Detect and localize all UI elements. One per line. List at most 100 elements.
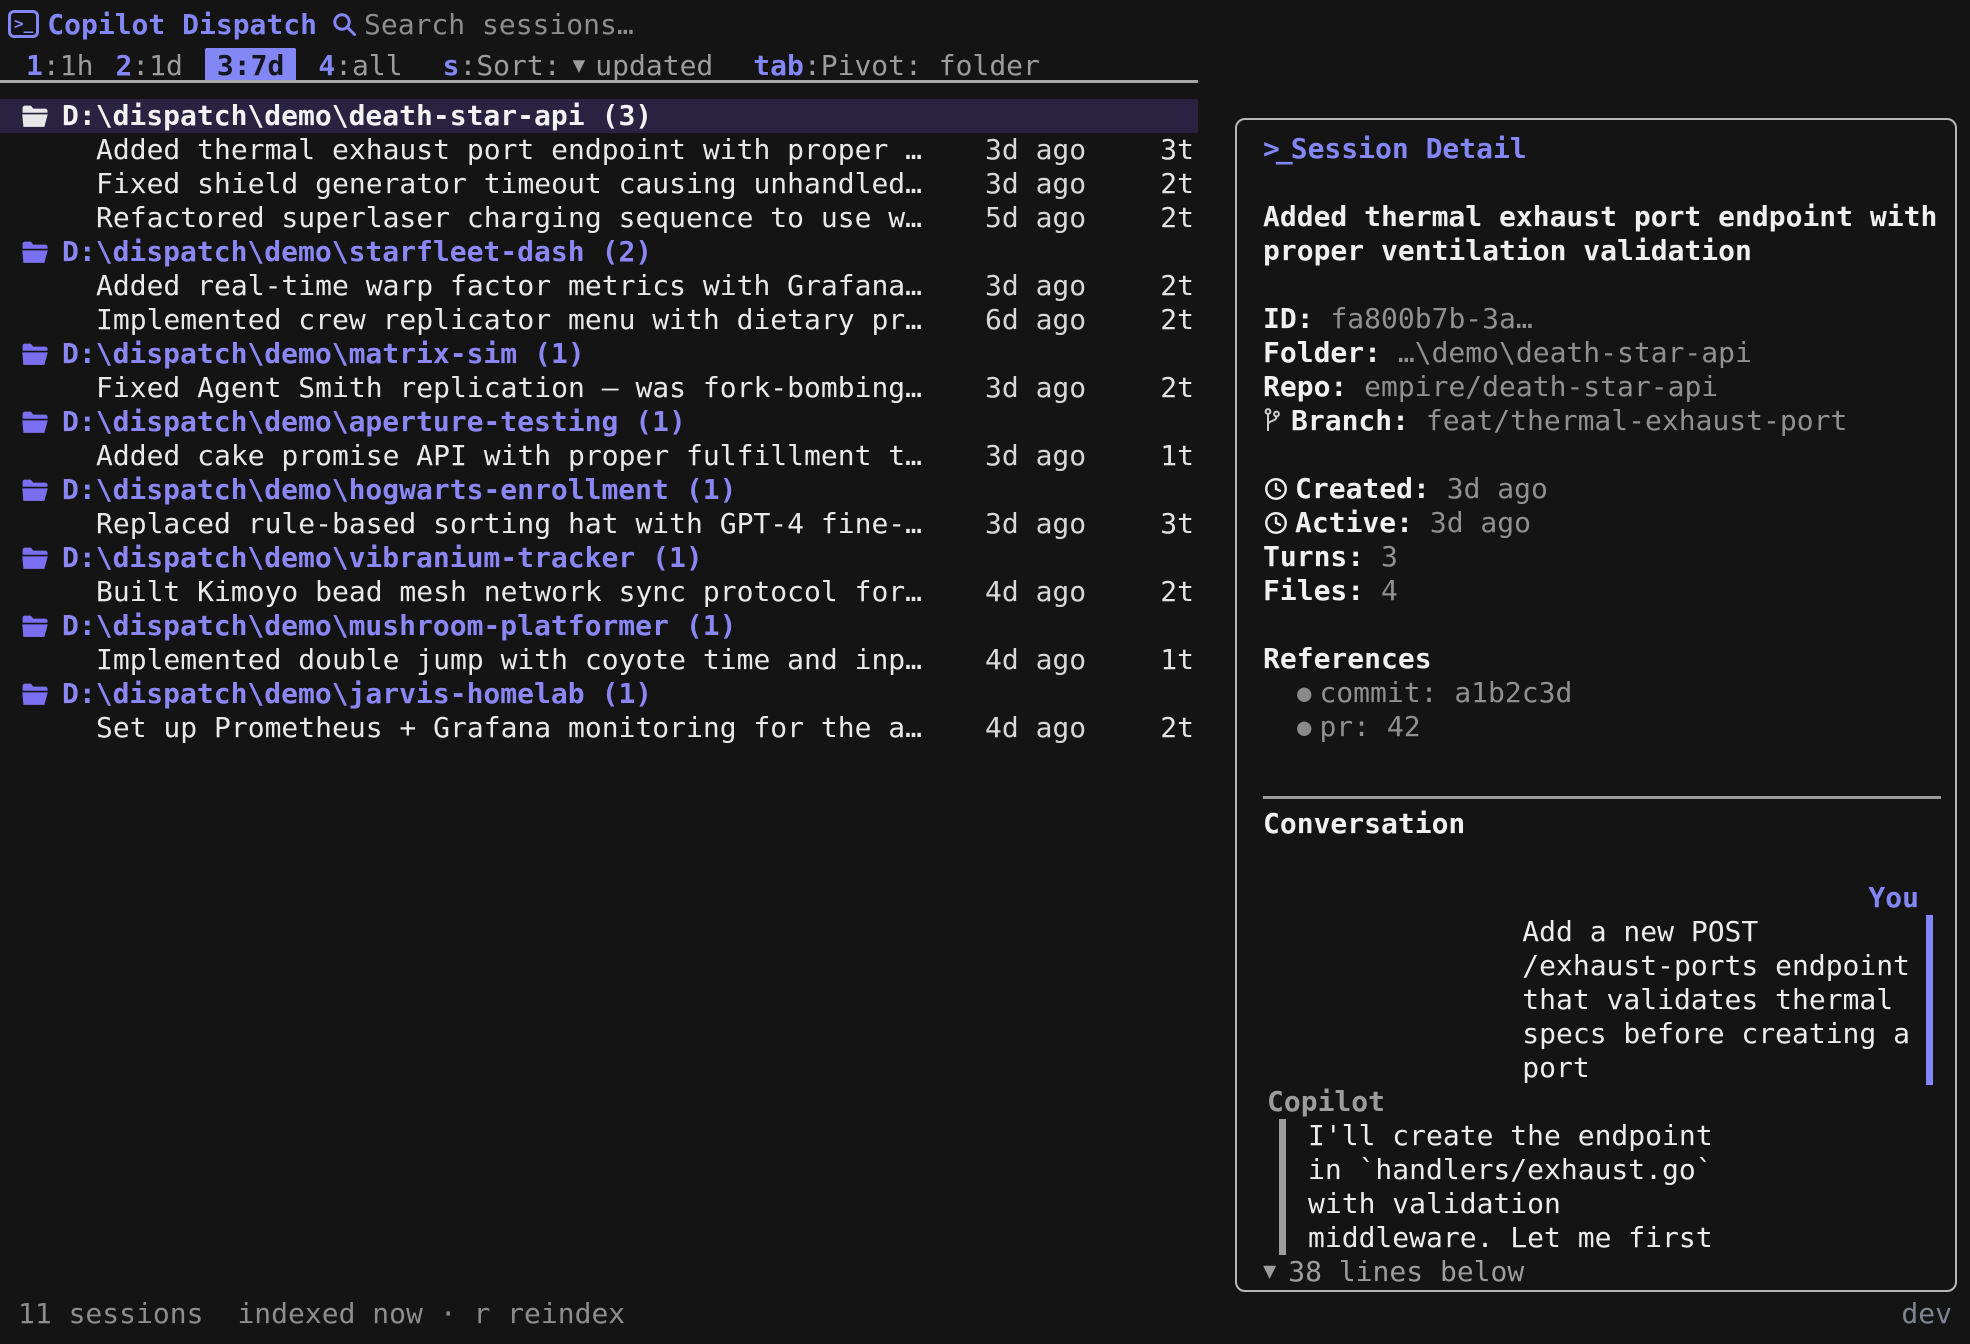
active-label: Active:	[1295, 506, 1430, 540]
user-message-text: Add a new POST /exhaust-ports endpoint t…	[1522, 915, 1933, 1085]
turns-value: 3	[1381, 540, 1398, 574]
user-message: You Add a new POST /exhaust-ports endpoi…	[1263, 881, 1941, 1085]
session-turns: 3t	[1089, 507, 1198, 541]
session-row[interactable]: Implemented double jump with coyote time…	[0, 643, 1198, 677]
session-row[interactable]: Fixed shield generator timeout causing u…	[0, 167, 1198, 201]
session-turns: 2t	[1089, 303, 1198, 337]
filter-7d-active[interactable]: 3:7d	[205, 48, 296, 83]
references-heading: References	[1263, 642, 1941, 676]
list-separator	[0, 80, 1198, 83]
files-value: 4	[1381, 574, 1398, 608]
session-age: 5d ago	[985, 201, 1089, 235]
session-row[interactable]: Replaced rule-based sorting hat with GPT…	[0, 507, 1198, 541]
session-turns: 3t	[1089, 133, 1198, 167]
folder-row[interactable]: D:\dispatch\demo\vibranium-tracker(1)	[0, 541, 1198, 575]
app-title: Copilot Dispatch	[47, 8, 317, 41]
session-row[interactable]: Implemented crew replicator menu with di…	[0, 303, 1198, 337]
folder-row[interactable]: D:\dispatch\demo\hogwarts-enrollment(1)	[0, 473, 1198, 507]
id-label: ID:	[1263, 302, 1330, 336]
session-row[interactable]: Refactored superlaser charging sequence …	[0, 201, 1198, 235]
id-value: fa800b7b-3a…	[1330, 302, 1532, 336]
session-row[interactable]: Built Kimoyo bead mesh network sync prot…	[0, 575, 1198, 609]
files-label: Files:	[1263, 574, 1381, 608]
session-turns: 2t	[1089, 575, 1198, 609]
section-divider	[1263, 796, 1941, 799]
session-turns: 1t	[1089, 439, 1198, 473]
reference-commit: ●commit: a1b2c3d	[1263, 676, 1941, 710]
brand-row: >_ Copilot Dispatch Search sessions…	[8, 6, 1970, 42]
detail-times: Created: 3d ago Active: 3d ago Turns: 3 …	[1263, 472, 1941, 608]
search-input[interactable]: Search sessions…	[331, 8, 634, 41]
user-role-label: You	[1868, 881, 1941, 915]
git-branch-icon	[1263, 407, 1281, 435]
status-bar: 11 sessions indexed now · r reindex dev	[0, 1290, 1970, 1344]
terminal-icon: >_	[8, 10, 39, 38]
triangle-down-icon: ▼	[1263, 1255, 1276, 1289]
session-row[interactable]: Added thermal exhaust port endpoint with…	[0, 133, 1198, 167]
folder-row[interactable]: D:\dispatch\demo\matrix-sim(1)	[0, 337, 1198, 371]
session-detail-panel: >_ Session Detail Added thermal exhaust …	[1235, 118, 1957, 1292]
folder-row[interactable]: D:\dispatch\demo\jarvis-homelab(1)	[0, 677, 1198, 711]
session-row[interactable]: Set up Prometheus + Grafana monitoring f…	[0, 711, 1198, 745]
sessions-count: 11 sessions	[18, 1297, 203, 1330]
clock-icon	[1263, 510, 1289, 536]
session-age: 4d ago	[985, 643, 1089, 677]
session-turns: 2t	[1089, 711, 1198, 745]
folder-row[interactable]: D:\dispatch\demo\death-star-api(3)	[0, 99, 1198, 133]
session-age: 3d ago	[985, 269, 1089, 303]
detail-header: >_ Session Detail	[1263, 132, 1941, 166]
bullet-icon: ●	[1297, 676, 1311, 710]
chevron-down-icon: ▼	[573, 53, 586, 77]
clock-icon	[1263, 476, 1289, 502]
repo-value: empire/death-star-api	[1364, 370, 1718, 404]
folder-row[interactable]: D:\dispatch\demo\aperture-testing(1)	[0, 405, 1198, 439]
env-badge: dev	[1901, 1297, 1952, 1330]
folder-open-icon	[20, 99, 52, 133]
session-turns: 2t	[1089, 371, 1198, 405]
session-age: 3d ago	[985, 133, 1089, 167]
assistant-message: Copilot I'll create the endpoint in `han…	[1263, 1085, 1941, 1255]
pivot-control[interactable]: tab:Pivot: folder	[753, 49, 1040, 82]
session-age: 6d ago	[985, 303, 1089, 337]
folder-open-icon	[20, 677, 52, 711]
folder-open-icon	[20, 609, 52, 643]
folder-open-icon	[20, 235, 52, 269]
session-turns: 1t	[1089, 643, 1198, 677]
session-row[interactable]: Added cake promise API with proper fulfi…	[0, 439, 1198, 473]
session-turns: 2t	[1089, 167, 1198, 201]
folder-open-icon	[20, 473, 52, 507]
branch-label: Branch:	[1291, 404, 1426, 438]
session-age: 3d ago	[985, 507, 1089, 541]
created-value: 3d ago	[1447, 472, 1548, 506]
session-age: 3d ago	[985, 439, 1089, 473]
sort-control[interactable]: s:Sort:▼updated	[443, 49, 714, 82]
session-turns: 2t	[1089, 201, 1198, 235]
reference-pr: ●pr: 42	[1263, 710, 1941, 744]
search-placeholder: Search sessions…	[364, 8, 634, 41]
filter-1h[interactable]: 1:1h	[26, 49, 93, 82]
search-icon	[331, 11, 358, 38]
filter-1d[interactable]: 2:1d	[115, 49, 182, 82]
assistant-message-text: I'll create the endpoint in `handlers/ex…	[1279, 1119, 1941, 1255]
detail-fields: ID: fa800b7b-3a… Folder: …\demo\death-st…	[1263, 302, 1941, 438]
session-turns: 2t	[1089, 269, 1198, 303]
top-bar: >_ Copilot Dispatch Search sessions… 1:1…	[0, 0, 1970, 88]
repo-label: Repo:	[1263, 370, 1364, 404]
session-row[interactable]: Added real-time warp factor metrics with…	[0, 269, 1198, 303]
session-age: 4d ago	[985, 575, 1089, 609]
scroll-more-indicator[interactable]: ▼ 38 lines below	[1263, 1255, 1941, 1289]
active-value: 3d ago	[1430, 506, 1531, 540]
filter-all[interactable]: 4:all	[318, 49, 402, 82]
folder-label: Folder:	[1263, 336, 1398, 370]
folder-open-icon	[20, 541, 52, 575]
session-age: 3d ago	[985, 167, 1089, 201]
folder-open-icon	[20, 337, 52, 371]
session-age: 4d ago	[985, 711, 1089, 745]
folder-value: …\demo\death-star-api	[1398, 336, 1752, 370]
folder-row[interactable]: D:\dispatch\demo\starfleet-dash(2)	[0, 235, 1198, 269]
session-row[interactable]: Fixed Agent Smith replication — was fork…	[0, 371, 1198, 405]
turns-label: Turns:	[1263, 540, 1381, 574]
created-label: Created:	[1295, 472, 1447, 506]
folder-row[interactable]: D:\dispatch\demo\mushroom-platformer(1)	[0, 609, 1198, 643]
branch-value: feat/thermal-exhaust-port	[1426, 404, 1847, 438]
